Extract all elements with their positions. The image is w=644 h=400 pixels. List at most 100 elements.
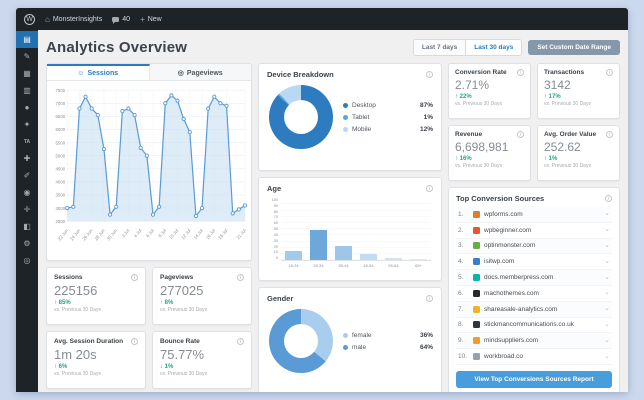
- info-icon[interactable]: i: [606, 131, 613, 138]
- info-icon[interactable]: i: [517, 69, 524, 76]
- info-icon[interactable]: i: [237, 338, 244, 345]
- sources-list: 1. wpforms.com ⌄ 2. wpbeginner.com ⌄ 3. optinmo…: [456, 207, 612, 366]
- collapse-icon[interactable]: ◎: [16, 252, 38, 269]
- legend-dot: [343, 114, 348, 120]
- age-bar-25-34[interactable]: [310, 230, 327, 260]
- tab-pageviews[interactable]: ◎ Pageviews: [149, 64, 251, 81]
- source-domain: stickmancommunications.co.uk: [484, 321, 574, 329]
- legend-row-male: male 64%: [343, 344, 433, 351]
- info-icon[interactable]: i: [131, 274, 138, 281]
- age-bar-55-64[interactable]: [385, 257, 402, 260]
- svg-text:5000: 5000: [56, 154, 66, 159]
- dashboard-icon[interactable]: ▤: [16, 31, 38, 48]
- age-y-axis: 100 90 80 70 60 50 40 30 20 10 0: [271, 198, 278, 261]
- comments-icon[interactable]: ●: [16, 99, 38, 116]
- site-favicon: [473, 353, 480, 361]
- age-bar-35-44[interactable]: [335, 246, 352, 260]
- stat-delta: ↑ 6%: [54, 364, 68, 370]
- info-icon[interactable]: i: [237, 274, 244, 281]
- source-row-machothemes.com[interactable]: 6. machothemes.com ⌄: [456, 286, 612, 302]
- view-sources-report-button[interactable]: View Top Conversions Sources Report: [456, 371, 612, 388]
- source-row-shareasale-analytics.com[interactable]: 7. shareasale-analytics.com ⌄: [456, 301, 612, 318]
- source-domain: wpforms.com: [484, 210, 523, 218]
- media-icon[interactable]: ▦: [16, 65, 38, 82]
- age-bar-chart[interactable]: [281, 199, 431, 261]
- pages-icon[interactable]: ▥: [16, 82, 38, 99]
- svg-text:4000: 4000: [56, 180, 66, 185]
- site-menu[interactable]: ⌂ MonsterInsights: [45, 15, 102, 24]
- ta-plugin-icon[interactable]: TA: [16, 133, 38, 150]
- legend-value: 36%: [419, 331, 433, 339]
- source-rank: 2.: [458, 226, 464, 234]
- svg-text:6500: 6500: [56, 114, 66, 119]
- wp-admin-bar: W ⌂ MonsterInsights 40 + New: [16, 8, 628, 30]
- info-icon[interactable]: i: [606, 69, 613, 76]
- stat-value: 252.62: [544, 140, 581, 154]
- stat-value: 225156: [54, 283, 98, 298]
- svg-text:21 Jul: 21 Jul: [236, 228, 247, 240]
- age-title: Age: [267, 184, 282, 193]
- sessions-line-chart[interactable]: 2500 3000 3500 4000 4500 5000 5500 6000 6500 7000…: [47, 81, 251, 260]
- info-icon[interactable]: i: [131, 338, 138, 345]
- last-30-days-button[interactable]: Last 30 days: [465, 39, 522, 55]
- gender-donut-chart[interactable]: [269, 309, 333, 373]
- source-row-docs.memberpress.com[interactable]: 5. docs.memberpress.com ⌄: [456, 270, 612, 286]
- last-7-days-button[interactable]: Last 7 days: [413, 39, 466, 55]
- source-domain: docs.memberpress.com: [484, 274, 554, 282]
- new-menu[interactable]: + New: [140, 15, 162, 24]
- users-icon[interactable]: ◉: [16, 184, 38, 201]
- legend-label: Desktop: [352, 101, 376, 109]
- stat-value: 3142: [544, 78, 571, 92]
- info-icon[interactable]: i: [605, 195, 612, 202]
- age-bar-45-54[interactable]: [360, 254, 377, 260]
- new-label: New: [147, 15, 162, 23]
- source-row-wpbeginner.com[interactable]: 2. wpbeginner.com ⌄: [456, 223, 612, 239]
- source-rank: 3.: [458, 242, 464, 250]
- comments-menu[interactable]: 40: [112, 15, 131, 24]
- settings-icon[interactable]: ⚙: [16, 235, 38, 252]
- tools-icon[interactable]: ✛: [16, 201, 38, 218]
- info-icon[interactable]: i: [426, 295, 433, 302]
- source-row-workbroad.co[interactable]: 10. workbroad.co ⌄: [456, 349, 612, 365]
- appearance-icon[interactable]: ✦: [16, 116, 38, 133]
- brush-icon[interactable]: ✐: [16, 167, 38, 184]
- age-bar-18-24[interactable]: [285, 250, 302, 260]
- wordpress-logo-icon[interactable]: W: [24, 13, 35, 25]
- stat-card-transactions: Transactions i 3142 ↑ 17% vs. Previous 30 Da…: [537, 63, 620, 119]
- age-x-axis: 18-24 25-34 35-44 45-54 55-64 65+: [288, 263, 422, 268]
- info-icon[interactable]: i: [426, 71, 433, 78]
- stat-label: Bounce Rate: [160, 338, 200, 345]
- eye-icon: ◎: [177, 70, 184, 78]
- posts-icon[interactable]: ✎: [16, 48, 38, 65]
- source-row-mindsuppliers.com[interactable]: 9. mindsuppliers.com ⌄: [456, 333, 612, 350]
- source-domain: workbroad.co: [484, 353, 524, 361]
- page-title: Analytics Overview: [46, 38, 188, 56]
- info-icon[interactable]: i: [426, 185, 433, 192]
- tab-sessions[interactable]: ☺ Sessions: [47, 64, 150, 81]
- analytics-icon[interactable]: ◧: [16, 218, 38, 235]
- legend-value: 12%: [419, 125, 433, 133]
- stat-label: Conversion Rate: [455, 69, 507, 76]
- device-donut-chart[interactable]: [269, 85, 333, 149]
- plugins-icon[interactable]: ✚: [16, 150, 38, 167]
- source-domain: shareasale-analytics.com: [484, 305, 558, 313]
- top-conversion-sources-card: Top Conversion Sources i 1. wpforms.com ⌄ 2…: [448, 187, 620, 392]
- legend-value: 87%: [419, 101, 433, 109]
- source-domain: machothemes.com: [484, 289, 539, 297]
- site-favicon: [473, 305, 480, 313]
- info-icon[interactable]: i: [517, 131, 524, 138]
- tab-sessions-label: Sessions: [87, 69, 119, 77]
- source-row-optinmonster.com[interactable]: 3. optinmonster.com ⌄: [456, 238, 612, 255]
- device-breakdown-title: Device Breakdown: [267, 70, 334, 79]
- source-row-isitwp.com[interactable]: 4. isitwp.com ⌄: [456, 254, 612, 271]
- main-content: Analytics Overview Last 7 days Last 30 d…: [38, 30, 628, 392]
- age-bar-65+[interactable]: [410, 258, 427, 260]
- legend-value: 1%: [423, 113, 433, 121]
- source-row-stickmancommunications.co.uk[interactable]: 8. stickmancommunications.co.uk ⌄: [456, 318, 612, 334]
- stat-card-avg-session-duration: Avg. Session Duration i 1m 20s ↑ 6% vs. Prev…: [46, 331, 146, 389]
- comment-count: 40: [122, 15, 131, 23]
- svg-text:6000: 6000: [56, 127, 66, 132]
- set-custom-date-range-button[interactable]: Set Custom Date Range: [528, 39, 620, 55]
- source-domain: optinmonster.com: [484, 242, 536, 250]
- source-row-wpforms.com[interactable]: 1. wpforms.com ⌄: [456, 207, 612, 223]
